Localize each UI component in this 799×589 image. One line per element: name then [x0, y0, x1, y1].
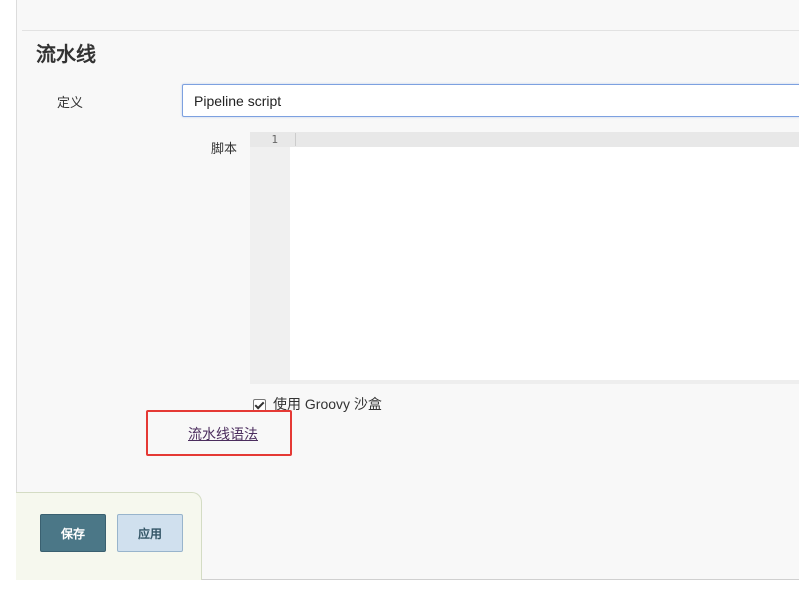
definition-select[interactable]: Pipeline script: [182, 84, 799, 117]
bottom-button-bar: 保存 应用: [16, 492, 202, 580]
script-editor[interactable]: 1: [250, 132, 799, 384]
highlight-annotation-box: [146, 410, 292, 456]
page: 流水线 定义 Pipeline script 脚本 1 使用 Groovy 沙盒…: [0, 0, 799, 589]
section-title: 流水线: [36, 42, 96, 66]
editor-cursor: [295, 133, 296, 146]
top-divider: [22, 30, 799, 31]
save-button[interactable]: 保存: [40, 514, 106, 552]
script-label: 脚本: [211, 142, 238, 157]
editor-gutter: [250, 132, 290, 380]
editor-line-number: 1: [271, 133, 278, 146]
definition-label: 定义: [57, 96, 84, 111]
editor-active-line: [250, 132, 799, 147]
definition-select-value: Pipeline script: [194, 93, 282, 109]
apply-button[interactable]: 应用: [117, 514, 183, 552]
